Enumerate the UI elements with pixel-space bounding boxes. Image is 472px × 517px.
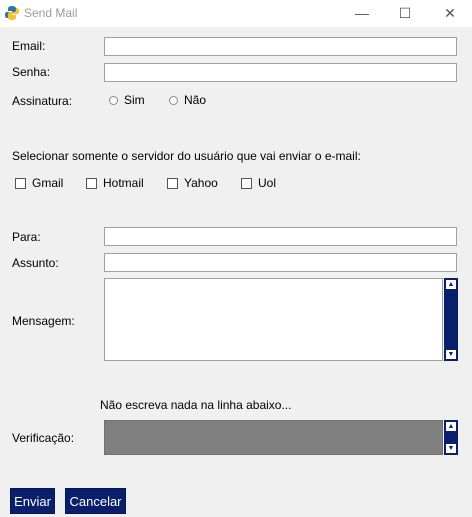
assunto-label: Assunto: [12, 256, 59, 270]
scroll-down-icon[interactable]: ▼ [446, 350, 456, 359]
checkbox-gmail-label: Gmail [32, 176, 64, 190]
close-icon[interactable]: ✕ [440, 4, 460, 22]
maximize-icon[interactable]: ☐ [395, 4, 415, 22]
mensagem-label: Mensagem: [12, 314, 75, 328]
radio-circle[interactable] [169, 95, 178, 105]
checkbox-yahoo[interactable]: Yahoo [167, 176, 218, 190]
warning-text: Não escreva nada na linha abaixo... [100, 398, 292, 412]
radio-sim[interactable]: Sim [109, 93, 145, 107]
server-prompt: Selecionar somente o servidor do usuário… [12, 149, 361, 163]
checkbox-hotmail-label: Hotmail [103, 176, 144, 190]
python-icon [5, 6, 19, 20]
checkbox-uol-label: Uol [258, 176, 277, 190]
title-bar: Send Mail — ☐ ✕ [0, 0, 472, 27]
radio-nao-label: Não [184, 93, 207, 107]
radio-circle[interactable] [109, 95, 118, 105]
message-scrollbar[interactable]: ▲ ▼ [444, 278, 458, 361]
scroll-up-icon[interactable]: ▲ [446, 280, 456, 289]
scroll-down-icon[interactable]: ▼ [446, 444, 456, 453]
checkbox-gmail[interactable]: Gmail [15, 176, 63, 190]
message-textarea[interactable] [104, 278, 443, 361]
radio-sim-label: Sim [124, 93, 145, 107]
checkbox-box[interactable] [167, 177, 178, 189]
subject-field[interactable] [104, 253, 457, 272]
scroll-up-icon[interactable]: ▲ [446, 422, 456, 431]
window-title: Send Mail [24, 6, 78, 20]
password-field[interactable] [104, 63, 457, 82]
email-field[interactable] [104, 37, 457, 56]
verification-scrollbar[interactable]: ▲ ▼ [444, 420, 458, 455]
radio-nao[interactable]: Não [169, 93, 206, 107]
checkbox-hotmail[interactable]: Hotmail [86, 176, 144, 190]
checkbox-box[interactable] [241, 177, 252, 189]
senha-label: Senha: [12, 65, 51, 79]
minimize-icon[interactable]: — [352, 4, 372, 22]
verification-field[interactable] [104, 420, 443, 455]
checkbox-box[interactable] [15, 177, 26, 189]
email-label: Email: [12, 39, 46, 53]
verificacao-label: Verificação: [12, 431, 75, 445]
assinatura-label: Assinatura: [12, 94, 73, 108]
checkbox-yahoo-label: Yahoo [184, 176, 218, 190]
para-label: Para: [12, 230, 41, 244]
checkbox-box[interactable] [86, 177, 97, 189]
send-button[interactable]: Enviar [10, 488, 55, 514]
to-field[interactable] [104, 227, 457, 246]
cancel-button[interactable]: Cancelar [65, 488, 126, 514]
checkbox-uol[interactable]: Uol [241, 176, 276, 190]
